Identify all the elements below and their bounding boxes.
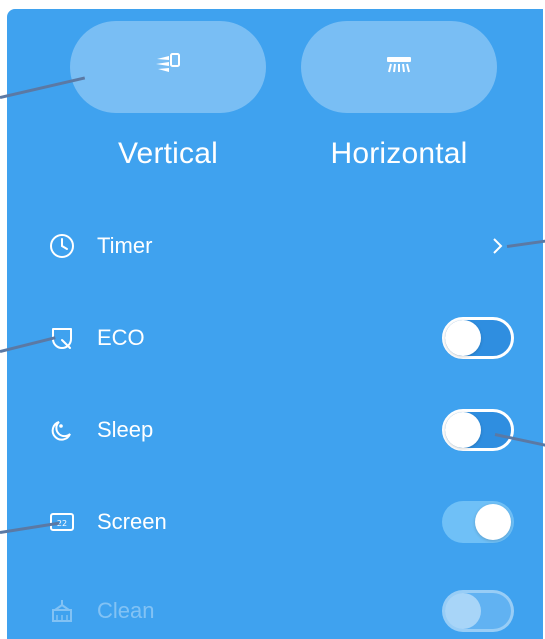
ac-settings-panel: Vertical Horizontal Timer ECO Sleep 22 S… <box>7 9 543 639</box>
toggle-knob <box>445 320 481 356</box>
toggle-knob <box>445 412 481 448</box>
moon-icon <box>47 415 77 445</box>
screen-row: 22 Screen <box>7 492 543 552</box>
vertical-swing-icon <box>151 48 185 87</box>
vertical-swing-button[interactable] <box>70 21 266 113</box>
clean-toggle[interactable] <box>442 590 514 632</box>
eco-label: ECO <box>97 325 145 350</box>
clean-row: Clean <box>7 581 543 639</box>
horizontal-swing-button[interactable] <box>301 21 497 113</box>
clean-icon <box>47 596 77 626</box>
screen-toggle[interactable] <box>442 501 514 543</box>
clock-icon <box>47 231 77 261</box>
screen-label: Screen <box>97 509 167 534</box>
timer-label: Timer <box>97 233 153 258</box>
toggle-knob <box>475 504 511 540</box>
sleep-toggle[interactable] <box>442 409 514 451</box>
vertical-label: Vertical <box>118 137 218 170</box>
eco-row: ECO <box>7 308 543 368</box>
clean-label: Clean <box>97 598 155 623</box>
sleep-row: Sleep <box>7 400 543 460</box>
timer-row[interactable]: Timer <box>7 216 543 276</box>
horizontal-label: Horizontal <box>330 137 468 170</box>
toggle-knob <box>445 593 481 629</box>
chevron-right-icon[interactable] <box>485 234 509 258</box>
eco-toggle[interactable] <box>442 317 514 359</box>
horizontal-swing-icon <box>382 48 416 87</box>
sleep-label: Sleep <box>97 417 154 442</box>
